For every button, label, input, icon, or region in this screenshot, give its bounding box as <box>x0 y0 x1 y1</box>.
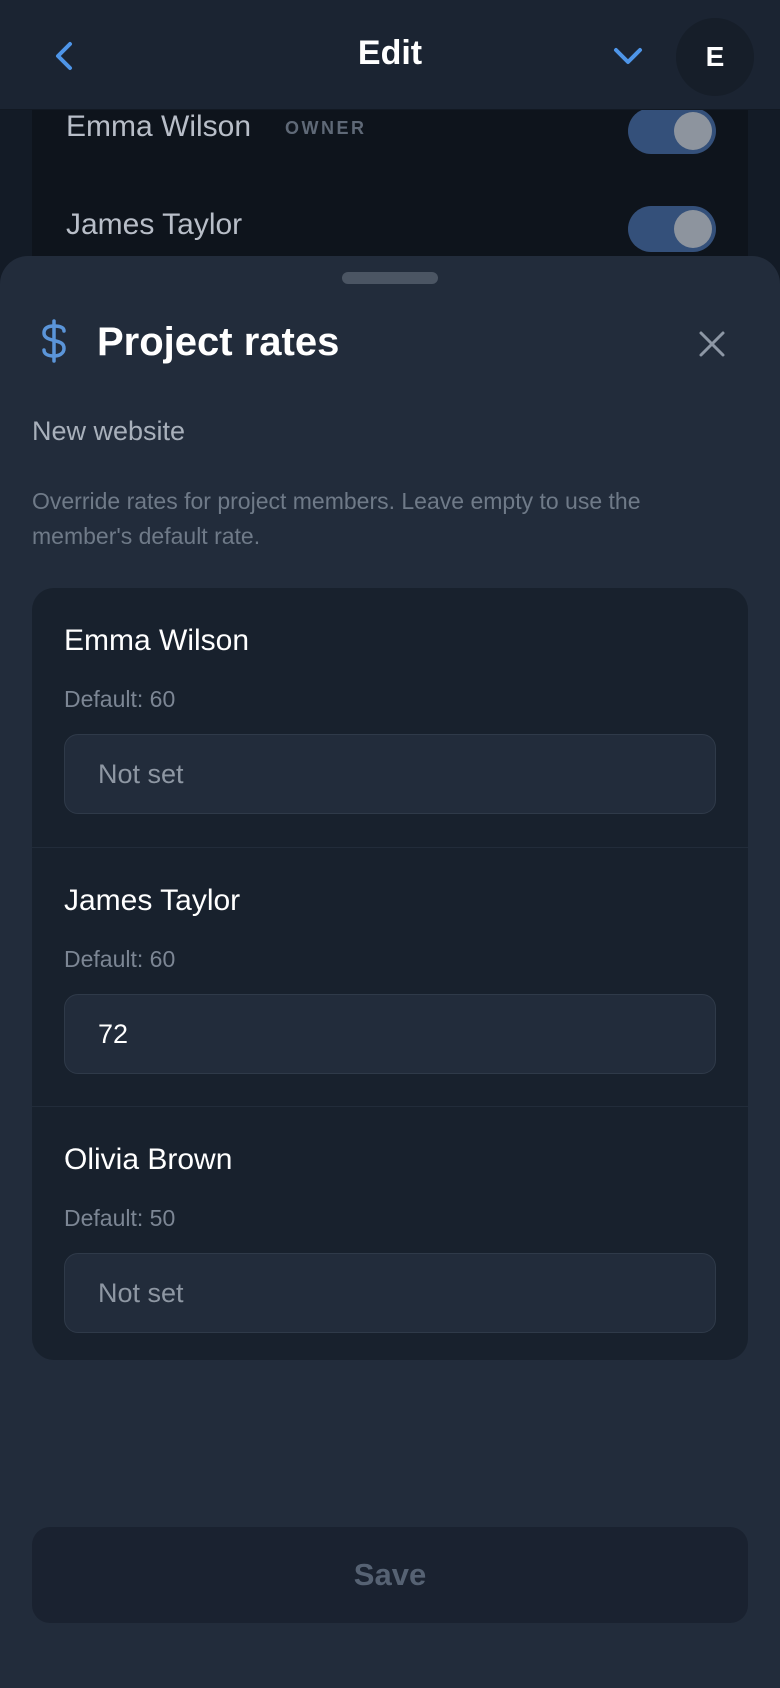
rates-list: Emma Wilson Default: 60 James Taylor Def… <box>32 588 748 1360</box>
rate-input[interactable] <box>64 1253 716 1333</box>
role-badge: OWNER <box>285 118 367 138</box>
member-toggle[interactable] <box>628 108 716 154</box>
page-title: Edit <box>357 34 423 72</box>
member-row: James Taylor <box>66 200 716 252</box>
member-toggle[interactable] <box>628 206 716 252</box>
rate-row: Olivia Brown Default: 50 <box>32 1106 748 1360</box>
default-rate-label: Default: 60 <box>64 686 176 712</box>
dollar-icon <box>34 318 74 364</box>
rate-row: Emma Wilson Default: 60 <box>32 588 748 847</box>
close-icon[interactable] <box>696 328 728 360</box>
rate-row: James Taylor Default: 60 <box>32 847 748 1106</box>
member-name: Emma Wilson <box>64 624 250 657</box>
default-rate-label: Default: 60 <box>64 946 176 972</box>
background-page: Edit E Emma Wilson OWNER James Taylor <box>0 0 780 270</box>
member-name: Emma Wilson <box>66 110 252 143</box>
member-name: James Taylor <box>64 884 241 917</box>
sheet-title: Project rates <box>97 320 340 364</box>
sheet-grabber[interactable] <box>342 272 438 284</box>
avatar[interactable]: E <box>676 18 754 96</box>
rate-input[interactable] <box>64 734 716 814</box>
chevron-down-icon[interactable] <box>610 40 646 70</box>
member-name: Olivia Brown <box>64 1143 233 1176</box>
member-name: James Taylor <box>66 208 243 241</box>
project-rates-sheet: Project rates New website Override rates… <box>0 256 780 1688</box>
save-button[interactable]: Save <box>32 1527 748 1623</box>
toggle-knob <box>674 210 712 248</box>
project-name: New website <box>32 416 186 446</box>
sheet-description: Override rates for project members. Leav… <box>32 488 641 549</box>
toggle-knob <box>674 112 712 150</box>
default-rate-label: Default: 50 <box>64 1205 176 1231</box>
rate-input[interactable] <box>64 994 716 1074</box>
top-bar: Edit E <box>0 0 780 110</box>
